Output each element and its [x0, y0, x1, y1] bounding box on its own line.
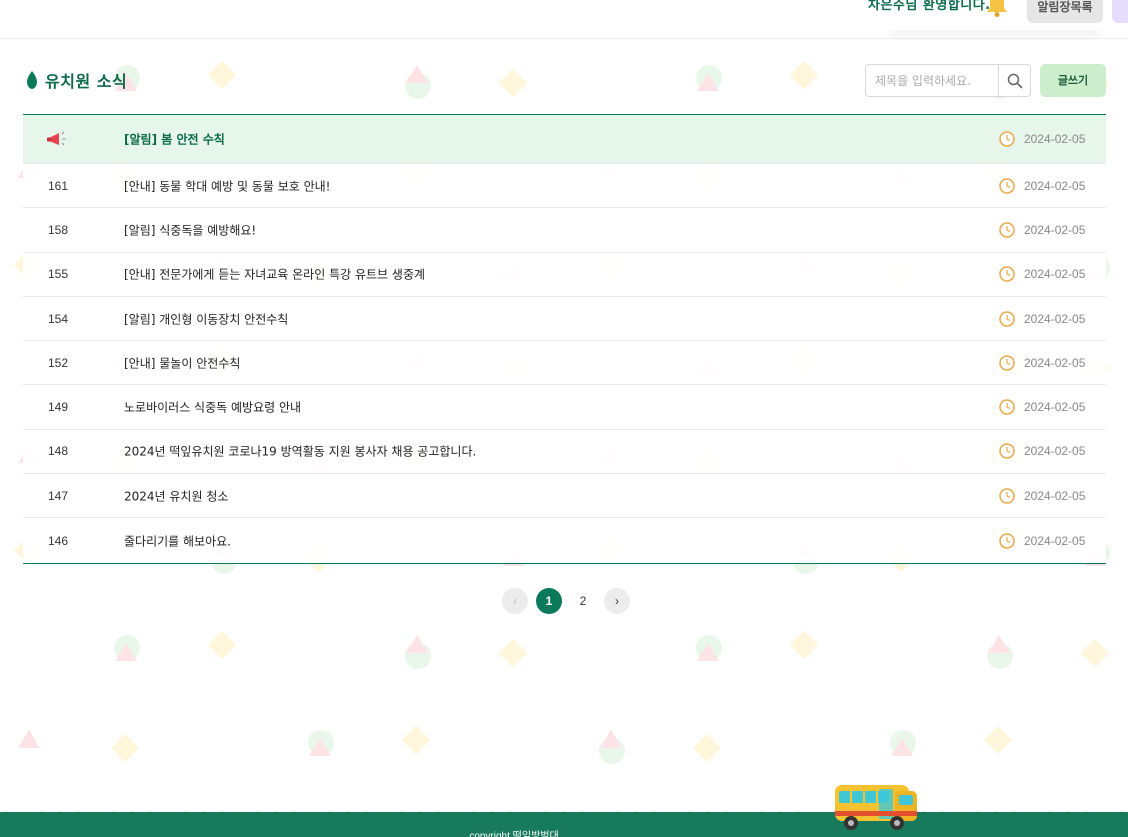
- background-shape: [498, 638, 528, 668]
- background-shape: [697, 73, 719, 91]
- post-title[interactable]: [안내] 동물 학대 예방 및 동물 보호 안내!: [124, 177, 330, 194]
- page-button-1[interactable]: 1: [536, 588, 562, 614]
- post-number: 155: [48, 267, 69, 282]
- school-bus-illustration: [833, 781, 919, 833]
- background-shape: [697, 643, 719, 661]
- megaphone-icon: [46, 130, 70, 148]
- post-date: 2024-02-05: [1024, 488, 1086, 503]
- post-date: 2024-02-05: [1024, 132, 1086, 146]
- background-shape: [406, 65, 428, 83]
- clock-icon: [999, 266, 1015, 282]
- background-shape: [207, 630, 237, 660]
- table-row[interactable]: 158 [알림] 식중독을 예방해요! 2024-02-05: [23, 208, 1106, 253]
- notice-title[interactable]: [알림] 봄 안전 수칙: [124, 131, 225, 148]
- background-shape: [600, 730, 622, 748]
- post-number: 161: [48, 178, 69, 193]
- background-shape: [891, 738, 913, 756]
- background-shape: [110, 733, 140, 763]
- post-date: 2024-02-05: [1024, 311, 1086, 326]
- board-title: 유치원 소식: [25, 68, 127, 92]
- table-row[interactable]: 148 2024년 떡잎유치원 코로나19 방역활동 지원 봉사자 채용 공고합니…: [23, 429, 1106, 475]
- table-row[interactable]: 146 줄다리기를 해보아요. 2024-02-05: [23, 518, 1106, 563]
- post-title[interactable]: 2024년 유치원 청소: [124, 487, 228, 504]
- background-shape: [115, 643, 137, 661]
- header-shadow: [890, 22, 1100, 30]
- post-number: 147: [48, 488, 69, 503]
- clock-icon: [999, 532, 1015, 549]
- leaf-icon: [27, 71, 37, 89]
- search-box: [865, 64, 1031, 97]
- post-number: 146: [48, 533, 69, 548]
- background-shape: [983, 725, 1013, 755]
- clock-icon: [999, 487, 1015, 504]
- table-row[interactable]: 161 [안내] 동물 학대 예방 및 동물 보호 안내! 2024-02-05: [23, 164, 1106, 209]
- pagination: ‹ 1 2 ›: [502, 588, 630, 614]
- clock-icon: [999, 355, 1015, 371]
- post-date: 2024-02-05: [1024, 222, 1086, 237]
- table-row[interactable]: 152 [안내] 물놀이 안전수칙 2024-02-05: [23, 341, 1106, 386]
- post-date: 2024-02-05: [1024, 355, 1086, 370]
- table-row[interactable]: 147 2024년 유치원 청소 2024-02-05: [23, 474, 1106, 519]
- background-shape: [207, 60, 237, 90]
- alarm-list-button[interactable]: 알림장목록: [1027, 0, 1103, 23]
- post-date: 2024-02-05: [1024, 267, 1086, 282]
- post-title[interactable]: 줄다리기를 해보아요.: [124, 532, 231, 549]
- clock-icon: [999, 443, 1015, 460]
- post-title[interactable]: [안내] 전문가에게 듣는 자녀교육 온라인 특강 유트브 생중계: [124, 266, 425, 283]
- background-shape: [401, 725, 431, 755]
- post-title[interactable]: [알림] 개인형 이동장치 안전수칙: [124, 310, 288, 327]
- menu-button[interactable]: [1112, 0, 1128, 23]
- welcome-text: 차은주님 환영합니다.: [868, 0, 991, 13]
- background-shape: [498, 68, 528, 98]
- post-date: 2024-02-05: [1024, 400, 1086, 415]
- table-row[interactable]: 149 노로바이러스 식중독 예방요령 안내 2024-02-05: [23, 385, 1106, 430]
- background-shape: [406, 635, 428, 653]
- post-number: 152: [48, 355, 69, 370]
- notice-row[interactable]: [알림] 봄 안전 수칙 2024-02-05: [23, 115, 1106, 164]
- table-row[interactable]: 155 [안내] 전문가에게 듣는 자녀교육 온라인 특강 유트브 생중계 2024…: [23, 252, 1106, 297]
- bell-icon[interactable]: [985, 0, 1009, 18]
- background-shape: [692, 733, 722, 763]
- post-date: 2024-02-05: [1024, 533, 1086, 548]
- background-shape: [309, 738, 331, 756]
- search-icon: [1007, 73, 1022, 88]
- clock-icon: [999, 222, 1015, 238]
- background-shape: [988, 635, 1010, 653]
- clock-icon: [999, 310, 1015, 327]
- clock-icon: [999, 131, 1015, 147]
- write-button[interactable]: 글쓰기: [1040, 64, 1106, 97]
- top-header: 차은주님 환영합니다. 알림장목록: [0, 0, 1128, 39]
- post-number: 149: [48, 400, 69, 415]
- background-shape: [789, 630, 819, 660]
- post-title[interactable]: [알림] 식중독을 예방해요!: [124, 221, 256, 238]
- post-title[interactable]: 2024년 떡잎유치원 코로나19 방역활동 지원 봉사자 채용 공고합니다.: [124, 443, 476, 460]
- table-row[interactable]: 154 [알림] 개인형 이동장치 안전수칙 2024-02-05: [23, 296, 1106, 342]
- post-number: 154: [48, 311, 69, 326]
- background-shape: [18, 730, 40, 748]
- search-button[interactable]: [998, 65, 1030, 96]
- search-input[interactable]: [866, 65, 998, 96]
- page-button-2[interactable]: 2: [570, 588, 596, 614]
- clock-icon: [999, 177, 1015, 194]
- post-title[interactable]: 노로바이러스 식중독 예방요령 안내: [124, 399, 301, 416]
- next-page-button[interactable]: ›: [604, 588, 630, 614]
- post-number: 158: [48, 222, 69, 237]
- post-title[interactable]: [안내] 물놀이 안전수칙: [124, 354, 240, 371]
- board-list: [알림] 봄 안전 수칙 2024-02-05 161 [안내] 동물 학대 예방…: [23, 114, 1106, 564]
- post-number: 148: [48, 444, 69, 459]
- prev-page-button[interactable]: ‹: [502, 588, 528, 614]
- background-shape: [1080, 638, 1110, 668]
- background-shape: [789, 60, 819, 90]
- board-title-text: 유치원 소식: [45, 72, 128, 91]
- clock-icon: [999, 399, 1015, 415]
- post-date: 2024-02-05: [1024, 178, 1086, 193]
- post-date: 2024-02-05: [1024, 444, 1086, 459]
